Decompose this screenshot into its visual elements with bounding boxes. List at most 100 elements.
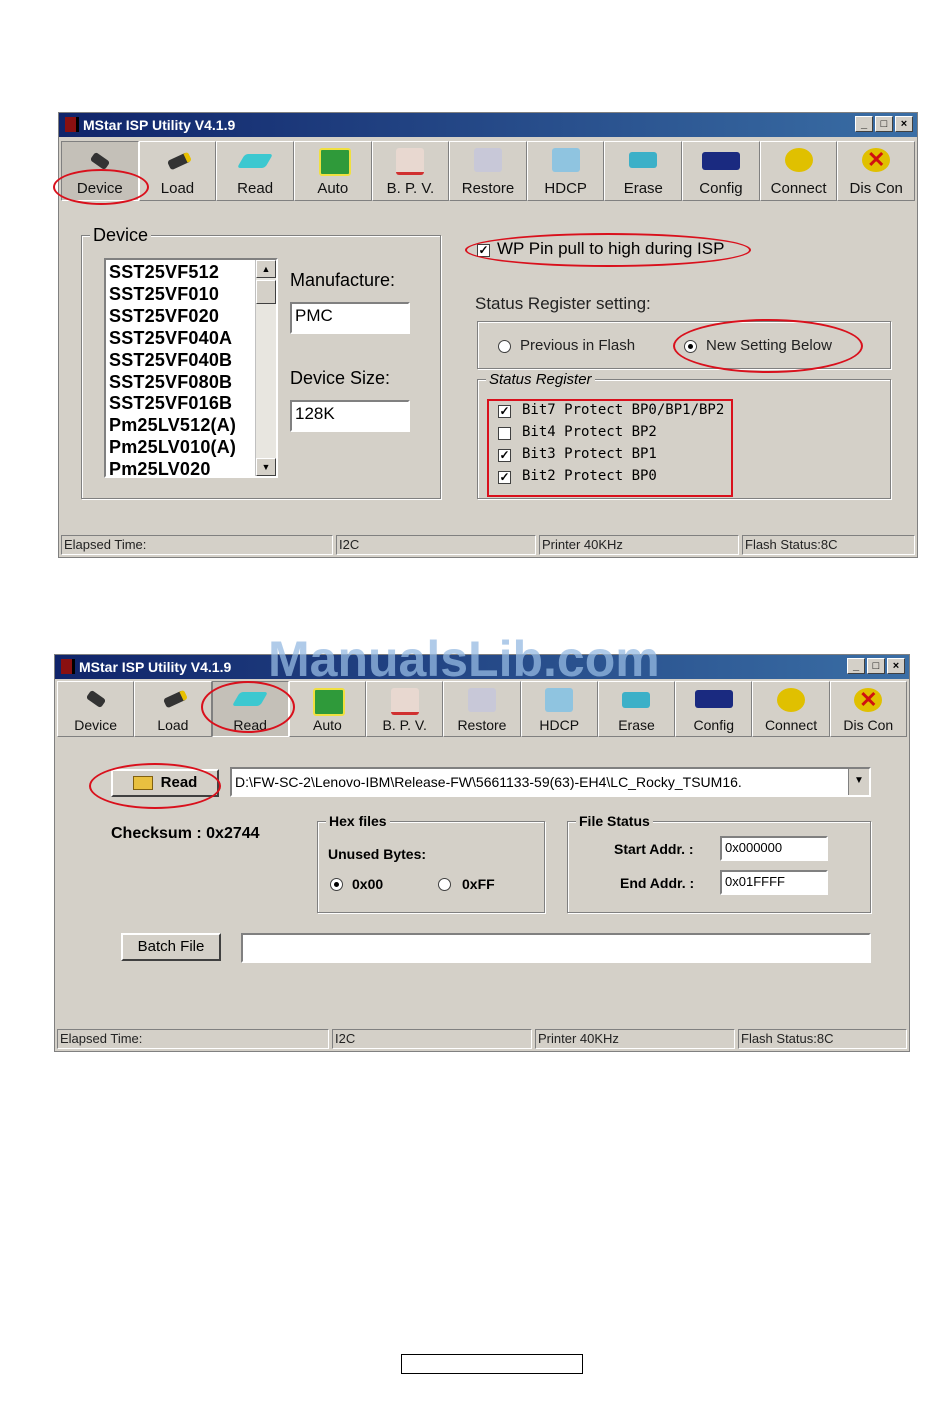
toolbar-device-button[interactable]: Device bbox=[61, 141, 139, 201]
file-status-legend: File Status bbox=[576, 813, 653, 829]
maximize-button[interactable]: □ bbox=[867, 658, 885, 674]
disconnect-icon: ✕ bbox=[854, 688, 883, 712]
bit7-label: Bit7 Protect BP0/BP1/BP2 bbox=[522, 402, 725, 418]
list-item[interactable]: SST25VF020 bbox=[109, 306, 236, 328]
title-bar[interactable]: MStar ISP Utility V4.1.9 _ □ × bbox=[59, 113, 917, 137]
maximize-button[interactable]: □ bbox=[875, 116, 893, 132]
device-size-label: Device Size: bbox=[290, 368, 391, 388]
bit2-checkbox[interactable]: ✓ bbox=[498, 471, 511, 484]
toolbar-bpv-button[interactable]: B. P. V. bbox=[371, 141, 450, 201]
device-listbox[interactable]: SST25VF512 SST25VF010 SST25VF020 SST25VF… bbox=[104, 258, 278, 481]
radio-previous-in-flash[interactable] bbox=[498, 340, 511, 353]
list-scrollbar[interactable]: ▲ ▼ bbox=[255, 260, 276, 476]
connect-icon bbox=[784, 148, 813, 172]
toolbar-load-button[interactable]: Load bbox=[134, 681, 212, 737]
list-item[interactable]: SST25VF010 bbox=[109, 284, 236, 306]
radio-previous-label: Previous in Flash bbox=[520, 337, 636, 354]
list-item[interactable]: Pm25LV010(A) bbox=[109, 437, 236, 459]
bit4-checkbox[interactable] bbox=[498, 427, 511, 440]
register-mode-group: Previous in Flash New Setting Below bbox=[477, 321, 891, 369]
device-chip-icon bbox=[85, 689, 106, 709]
read-file-button[interactable]: Read bbox=[111, 769, 219, 797]
list-item[interactable]: Pm25LV512(A) bbox=[109, 415, 236, 437]
radio-new-setting[interactable] bbox=[684, 340, 697, 353]
radio-0xff-label: 0xFF bbox=[462, 876, 495, 892]
list-item[interactable]: SST25VF016B bbox=[109, 393, 236, 415]
toolbar-read-button[interactable]: Read bbox=[216, 141, 294, 201]
toolbar-bpv-button[interactable]: B. P. V. bbox=[366, 681, 444, 737]
bit3-checkbox[interactable]: ✓ bbox=[498, 449, 511, 462]
list-item[interactable]: Pm25LV020 bbox=[109, 459, 236, 481]
connect-icon bbox=[777, 688, 806, 712]
chevron-down-icon[interactable]: ▼ bbox=[848, 769, 869, 795]
toolbar-config-button[interactable]: Config bbox=[682, 141, 760, 201]
checksum-label: Checksum : 0x2744 bbox=[111, 825, 260, 842]
watermark: ManualsLib.com bbox=[268, 631, 660, 687]
config-icon bbox=[694, 690, 733, 708]
toolbar-erase-button[interactable]: Erase bbox=[604, 141, 683, 201]
list-item[interactable]: SST25VF040B bbox=[109, 350, 236, 372]
status-elapsed-time: Elapsed Time: bbox=[57, 1029, 329, 1049]
device-chip-icon bbox=[89, 151, 111, 171]
toolbar-config-button[interactable]: Config bbox=[675, 681, 753, 737]
scroll-up-button[interactable]: ▲ bbox=[256, 260, 276, 278]
toolbar-read-button[interactable]: Read bbox=[211, 681, 289, 737]
status-flash-status: Flash Status:8C bbox=[738, 1029, 907, 1049]
toolbar-erase-button[interactable]: Erase bbox=[597, 681, 676, 737]
minimize-button[interactable]: _ bbox=[847, 658, 865, 674]
unused-bytes-label: Unused Bytes: bbox=[328, 846, 427, 862]
folder-open-icon bbox=[132, 776, 153, 791]
window-title: MStar ISP Utility V4.1.9 bbox=[79, 659, 232, 675]
toolbar-discon-button[interactable]: ✕ Dis Con bbox=[837, 141, 916, 201]
file-path-combobox[interactable]: D:\FW-SC-2\Lenovo-IBM\Release-FW\5661133… bbox=[230, 767, 871, 797]
erase-icon bbox=[629, 152, 658, 168]
restore-icon bbox=[467, 688, 496, 712]
device-size-field[interactable]: 128K bbox=[290, 400, 410, 432]
toolbar-connect-button[interactable]: Connect bbox=[759, 141, 838, 201]
toolbar-restore-button[interactable]: Restore bbox=[443, 681, 521, 737]
list-item[interactable]: SST25VF080B bbox=[109, 372, 236, 394]
load-icon bbox=[167, 151, 193, 171]
toolbar-load-button[interactable]: Load bbox=[138, 141, 217, 201]
bit7-checkbox[interactable]: ✓ bbox=[498, 405, 511, 418]
bit4-label: Bit4 Protect BP2 bbox=[522, 424, 657, 440]
minimize-button[interactable]: _ bbox=[855, 116, 873, 132]
toolbar-hdcp-button[interactable]: HDCP bbox=[526, 141, 605, 201]
batch-file-button[interactable]: Batch File bbox=[121, 933, 221, 961]
batch-file-field[interactable] bbox=[241, 933, 871, 963]
scroll-down-button[interactable]: ▼ bbox=[256, 458, 276, 476]
toolbar-device-button[interactable]: Device bbox=[57, 681, 135, 737]
radio-0xff[interactable] bbox=[438, 878, 451, 891]
toolbar-discon-button[interactable]: ✕ Dis Con bbox=[829, 681, 907, 737]
close-button[interactable]: × bbox=[895, 116, 913, 132]
radio-new-label: New Setting Below bbox=[706, 337, 832, 354]
toolbar-auto-button[interactable]: Auto bbox=[288, 681, 367, 737]
isp-window-read: MStar ISP Utility V4.1.9 _ □ × Device Lo… bbox=[54, 654, 910, 1052]
bit3-label: Bit3 Protect BP1 bbox=[522, 446, 657, 462]
toolbar-auto-button[interactable]: Auto bbox=[293, 141, 372, 201]
radio-0x00[interactable] bbox=[330, 878, 343, 891]
scroll-thumb[interactable] bbox=[256, 280, 276, 304]
toolbar-connect-button[interactable]: Connect bbox=[752, 681, 830, 737]
status-register-setting-label: Status Register setting: bbox=[475, 294, 651, 313]
status-printer-speed: Printer 40KHz bbox=[535, 1029, 735, 1049]
status-flash-status: Flash Status:8C bbox=[742, 535, 915, 555]
start-addr-field[interactable]: 0x000000 bbox=[720, 836, 828, 861]
status-register-group: Status Register ✓ Bit7 Protect BP0/BP1/B… bbox=[477, 371, 891, 499]
status-interface: I2C bbox=[332, 1029, 532, 1049]
list-item[interactable]: SST25VF040A bbox=[109, 328, 236, 350]
close-button[interactable]: × bbox=[887, 658, 905, 674]
auto-icon bbox=[313, 688, 346, 716]
file-path-value: D:\FW-SC-2\Lenovo-IBM\Release-FW\5661133… bbox=[235, 774, 742, 790]
read-icon bbox=[232, 692, 269, 706]
toolbar-restore-button[interactable]: Restore bbox=[449, 141, 527, 201]
list-item[interactable]: SST25VF512 bbox=[109, 262, 236, 284]
wp-pin-checkbox[interactable]: ✓ bbox=[477, 244, 490, 257]
device-group-legend: Device bbox=[90, 225, 152, 246]
toolbar: Device Load Read Auto B. P. V. Restore H… bbox=[61, 141, 916, 201]
disconnect-icon: ✕ bbox=[862, 148, 891, 172]
isp-window-device: MStar ISP Utility V4.1.9 _ □ × Device Lo… bbox=[53, 112, 918, 558]
end-addr-field[interactable]: 0x01FFFF bbox=[720, 870, 828, 895]
toolbar-hdcp-button[interactable]: HDCP bbox=[520, 681, 598, 737]
manufacture-field[interactable]: PMC bbox=[290, 302, 410, 334]
